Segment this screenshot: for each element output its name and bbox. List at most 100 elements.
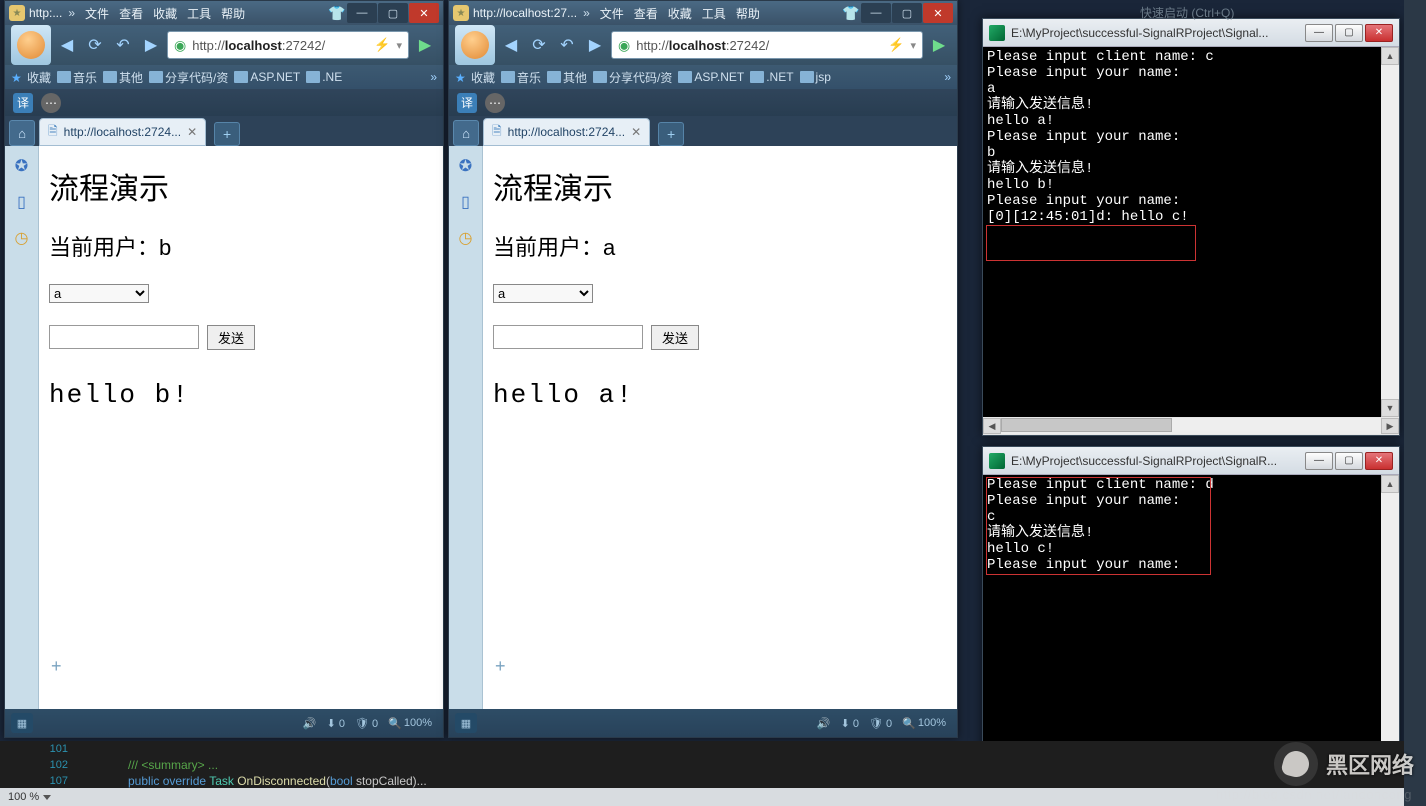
- send-button[interactable]: 发送: [651, 325, 699, 350]
- bookmark-item[interactable]: jsp: [800, 70, 831, 84]
- skin-icon[interactable]: 👕: [842, 4, 860, 22]
- user-select[interactable]: a: [49, 284, 149, 303]
- message-input[interactable]: [493, 325, 643, 349]
- bookmark-item[interactable]: 音乐: [501, 69, 541, 86]
- minimize-button[interactable]: —: [861, 3, 891, 23]
- vertical-scrollbar[interactable]: ▲ ▼: [1381, 47, 1399, 417]
- bookmark-item[interactable]: ASP.NET: [234, 70, 300, 84]
- bookmark-item[interactable]: 音乐: [57, 69, 97, 86]
- message-input[interactable]: [49, 325, 199, 349]
- side-clock-icon[interactable]: ◷: [456, 228, 476, 248]
- zoom-level[interactable]: 100 %: [8, 791, 39, 803]
- sound-icon[interactable]: 🔊: [817, 717, 831, 730]
- menu-help[interactable]: 帮助: [732, 3, 764, 24]
- more-icon[interactable]: ⋯: [485, 93, 505, 113]
- side-mobile-icon[interactable]: ▯: [456, 192, 476, 212]
- tab-close-icon[interactable]: ✕: [631, 125, 641, 139]
- minimize-button[interactable]: —: [347, 3, 377, 23]
- back-button[interactable]: ◀: [55, 33, 79, 57]
- home-button[interactable]: ⌂: [9, 120, 35, 146]
- download-icon[interactable]: ⬇ 0: [841, 717, 859, 730]
- zoom-control[interactable]: 🔍 100%: [902, 717, 946, 730]
- sound-icon[interactable]: 🔊: [303, 717, 317, 730]
- block-icon[interactable]: 🛡 0: [869, 717, 892, 730]
- bookmark-item[interactable]: 其他: [547, 69, 587, 86]
- maximize-button[interactable]: ▢: [1335, 452, 1363, 470]
- bookmark-item[interactable]: ASP.NET: [678, 70, 744, 84]
- minimize-button[interactable]: —: [1305, 452, 1333, 470]
- scroll-left-icon[interactable]: ◀: [983, 418, 1001, 434]
- menu-file[interactable]: 文件: [596, 3, 628, 24]
- close-button[interactable]: ✕: [409, 3, 439, 23]
- close-button[interactable]: ✕: [1365, 452, 1393, 470]
- user-avatar[interactable]: [11, 25, 51, 65]
- status-icon[interactable]: ▦: [455, 713, 477, 733]
- refresh-button[interactable]: ⟳: [83, 33, 107, 57]
- forward-button[interactable]: ▶: [139, 33, 163, 57]
- back-button[interactable]: ◀: [499, 33, 523, 57]
- scroll-up-icon[interactable]: ▲: [1381, 475, 1399, 493]
- bookmark-favorites[interactable]: ★收藏: [11, 69, 51, 86]
- side-clock-icon[interactable]: ◷: [12, 228, 32, 248]
- menu-file[interactable]: 文件: [81, 3, 113, 24]
- tab-close-icon[interactable]: ✕: [187, 125, 197, 139]
- tab-active[interactable]: 🗎 http://localhost:2724... ✕: [39, 118, 206, 146]
- go-button[interactable]: ▶: [413, 33, 437, 57]
- bookmark-item[interactable]: 分享代码/资: [593, 69, 672, 86]
- ext-icon[interactable]: 译: [13, 93, 33, 113]
- console-body[interactable]: Please input client name: d Please input…: [983, 475, 1399, 785]
- new-tab-button[interactable]: +: [658, 122, 684, 146]
- maximize-button[interactable]: ▢: [378, 3, 408, 23]
- maximize-button[interactable]: ▢: [1335, 24, 1363, 42]
- scroll-down-icon[interactable]: ▼: [1381, 399, 1399, 417]
- vertical-scrollbar[interactable]: ▲ ▼: [1381, 475, 1399, 785]
- maximize-button[interactable]: ▢: [892, 3, 922, 23]
- scroll-up-icon[interactable]: ▲: [1381, 47, 1399, 65]
- menu-help[interactable]: 帮助: [217, 3, 249, 24]
- send-button[interactable]: 发送: [207, 325, 255, 350]
- side-star-icon[interactable]: ✪: [12, 156, 32, 176]
- forward-button[interactable]: ▶: [583, 33, 607, 57]
- bolt-icon[interactable]: ⚡: [374, 37, 390, 53]
- bookmark-item[interactable]: .NET: [750, 70, 793, 84]
- dropdown-icon[interactable]: [43, 795, 51, 800]
- skin-icon[interactable]: 👕: [328, 4, 346, 22]
- more-bookmarks-icon[interactable]: »: [944, 70, 951, 84]
- menu-fav[interactable]: 收藏: [149, 3, 181, 24]
- add-tab-bottom[interactable]: +: [51, 656, 62, 677]
- refresh-button[interactable]: ⟳: [527, 33, 551, 57]
- undo-button[interactable]: ↶: [111, 33, 135, 57]
- new-tab-button[interactable]: +: [214, 122, 240, 146]
- home-button[interactable]: ⌂: [453, 120, 479, 146]
- bookmark-item[interactable]: 分享代码/资: [149, 69, 228, 86]
- bookmark-favorites[interactable]: ★收藏: [455, 69, 495, 86]
- bookmark-item[interactable]: .NE: [306, 70, 342, 84]
- side-star-icon[interactable]: ✪: [456, 156, 476, 176]
- close-button[interactable]: ✕: [1365, 24, 1393, 42]
- scroll-right-icon[interactable]: ▶: [1381, 418, 1399, 434]
- add-tab-bottom[interactable]: +: [495, 656, 506, 677]
- more-icon[interactable]: ⋯: [41, 93, 61, 113]
- undo-button[interactable]: ↶: [555, 33, 579, 57]
- address-bar[interactable]: ◉ http://localhost:27242/ ⚡ ▾: [611, 31, 923, 59]
- block-icon[interactable]: 🛡 0: [355, 717, 378, 730]
- user-select[interactable]: a: [493, 284, 593, 303]
- more-bookmarks-icon[interactable]: »: [430, 70, 437, 84]
- close-button[interactable]: ✕: [923, 3, 953, 23]
- minimize-button[interactable]: —: [1305, 24, 1333, 42]
- horizontal-scrollbar[interactable]: ◀ ▶: [983, 417, 1399, 435]
- dropdown-icon[interactable]: ▾: [910, 39, 916, 52]
- menu-view[interactable]: 查看: [630, 3, 662, 24]
- menu-tools[interactable]: 工具: [183, 3, 215, 24]
- address-bar[interactable]: ◉ http://localhost:27242/ ⚡ ▾: [167, 31, 409, 59]
- console-body[interactable]: Please input client name: c Please input…: [983, 47, 1399, 417]
- menu-fav[interactable]: 收藏: [664, 3, 696, 24]
- dropdown-icon[interactable]: ▾: [396, 39, 402, 52]
- zoom-control[interactable]: 🔍 100%: [388, 717, 432, 730]
- ext-icon[interactable]: 译: [457, 93, 477, 113]
- user-avatar[interactable]: [455, 25, 495, 65]
- download-icon[interactable]: ⬇ 0: [327, 717, 345, 730]
- menu-view[interactable]: 查看: [115, 3, 147, 24]
- status-icon[interactable]: ▦: [11, 713, 33, 733]
- tab-active[interactable]: 🗎 http://localhost:2724... ✕: [483, 118, 650, 146]
